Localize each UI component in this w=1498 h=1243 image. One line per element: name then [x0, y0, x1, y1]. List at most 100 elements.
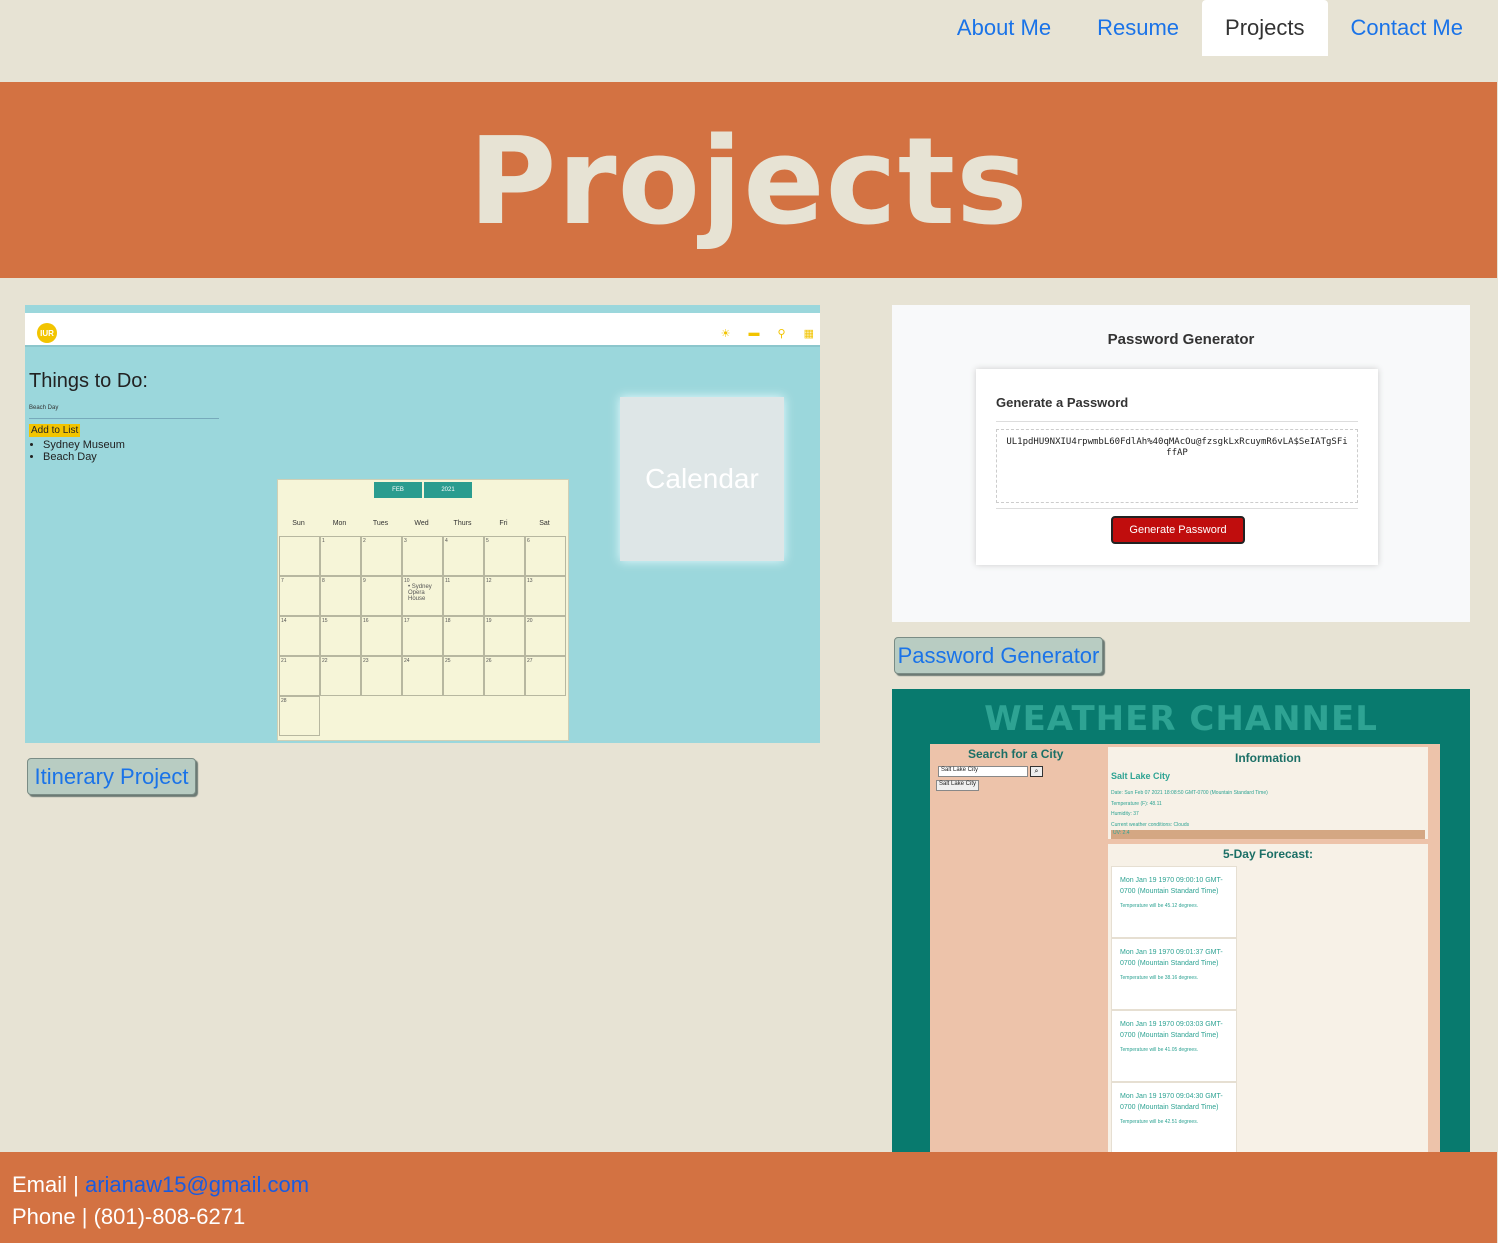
forecast-card: Mon Jan 19 1970 09:01:37 GMT-0700 (Mount…: [1111, 938, 1237, 1010]
calendar-day: 26: [484, 656, 525, 696]
password-app-title: Password Generator: [1107, 331, 1255, 348]
nav-contact-me[interactable]: Contact Me: [1328, 0, 1487, 56]
add-to-list-button: Add to List: [29, 424, 81, 437]
city-search-input: Salt Lake City: [938, 766, 1028, 777]
calendar-head: FEB 2021: [374, 482, 472, 498]
calendar-day: 28: [279, 696, 320, 736]
weekday: Sat: [539, 520, 550, 527]
itinerary-project-button[interactable]: Itinerary Project: [27, 758, 196, 795]
weekday: Thurs: [453, 520, 472, 527]
password-screenshot: Password Generator Generate a Password U…: [892, 305, 1470, 622]
calendar-day: 13: [525, 576, 566, 616]
calendar-day: 15: [320, 616, 361, 656]
calendar-year: 2021: [424, 482, 472, 498]
calendar-day: 24: [402, 656, 443, 696]
password-output: UL1pdHU9NXIU4rpwmbL60FdlAh%40qMAcOu@fzsg…: [996, 429, 1358, 503]
weekday: Wed: [414, 520, 429, 527]
todo-list: Sydney Museum Beach Day: [43, 439, 125, 463]
nav-items: About Me Resume Projects Contact Me: [934, 0, 1486, 56]
calendar-day: 18: [443, 616, 484, 656]
calendar-day: 19: [484, 616, 525, 656]
calendar-day: [279, 536, 320, 576]
itinerary-icons: ☀ ▬ ⚲ ▦: [721, 327, 814, 340]
calendar-day: 2: [361, 536, 402, 576]
divider: [996, 421, 1358, 422]
footer-email-row: Email | arianaw15@gmail.com: [12, 1169, 1485, 1201]
nav-about-me[interactable]: About Me: [934, 0, 1074, 56]
top-nav: About Me Resume Projects Contact Me: [0, 0, 1498, 82]
password-generator-button[interactable]: Password Generator: [894, 637, 1103, 674]
phone-number: (801)-808-6271: [93, 1204, 246, 1229]
list-item: Beach Day: [43, 451, 125, 463]
calendar-day: 10 • Sydney Opera House: [402, 576, 443, 616]
calendar-day: 6: [525, 536, 566, 576]
itinerary-logo: IUR: [37, 323, 57, 343]
calendar-day: 1: [320, 536, 361, 576]
page-title: Projects: [468, 112, 1029, 252]
footer-phone-row: Phone | (801)-808-6271: [12, 1201, 1485, 1233]
email-label: Email |: [12, 1172, 85, 1197]
generate-password-button: Generate Password: [1111, 516, 1245, 544]
weather-screenshot: WEATHER CHANNEL Search for a City Salt L…: [892, 689, 1470, 1152]
calendar-grid: 1 2 3 4 5 6 7 8 9 10 • Sydney Opera House 11 12 13 14 1…: [279, 536, 569, 736]
info-title: Information: [1235, 751, 1301, 765]
footer: Email | arianaw15@gmail.com Phone | (801…: [0, 1152, 1497, 1243]
nav-projects[interactable]: Projects: [1202, 0, 1328, 56]
forecast-title: 5-Day Forecast:: [1222, 847, 1314, 861]
calendar-day: 11: [443, 576, 484, 616]
calendar-day: 14: [279, 616, 320, 656]
itinerary-header-bar: IUR ☀ ▬ ⚲ ▦: [25, 313, 820, 347]
search-icon: ⌕: [1030, 766, 1043, 777]
info-line: Date: Sun Feb 07 2021 18:08:50 GMT-0700 …: [1111, 790, 1268, 796]
hero-banner: Projects: [0, 82, 1497, 278]
forecast-temp: Temperature will be 41.05 degrees.: [1120, 1047, 1199, 1053]
forecast-card: Mon Jan 19 1970 09:00:10 GMT-0700 (Mount…: [1111, 866, 1237, 938]
calendar-widget: FEB 2021 Sun Mon Tues Wed Thurs Fri Sat …: [277, 479, 569, 741]
weekday: Sun: [292, 520, 305, 527]
email-link[interactable]: arianaw15@gmail.com: [85, 1172, 309, 1197]
calendar-day: 8: [320, 576, 361, 616]
calendar-event: • Sydney Opera House: [408, 584, 432, 602]
calendar-day: 16: [361, 616, 402, 656]
calendar-day: 23: [361, 656, 402, 696]
weekday: Fri: [499, 520, 508, 527]
weekday: Mon: [332, 520, 347, 527]
forecast-temp: Temperature will be 38.16 degrees.: [1120, 975, 1199, 981]
password-card-title: Generate a Password: [996, 395, 1129, 410]
nav-resume[interactable]: Resume: [1074, 0, 1202, 56]
calendar-month: FEB: [374, 482, 422, 498]
bed-icon: ▬: [748, 327, 760, 339]
forecast-date: Mon Jan 19 1970 09:03:03 GMT-0700 (Mount…: [1120, 1021, 1223, 1039]
divider: [996, 508, 1358, 509]
forecast-date: Mon Jan 19 1970 09:00:10 GMT-0700 (Mount…: [1120, 877, 1223, 895]
todo-divider: [29, 418, 219, 419]
calendar-day: 20: [525, 616, 566, 656]
calendar-day: 4: [443, 536, 484, 576]
calendar-day: 22: [320, 656, 361, 696]
password-card: Generate a Password UL1pdHU9NXIU4rpwmbL6…: [976, 369, 1378, 565]
phone-label: Phone |: [12, 1204, 94, 1229]
calendar-icon: ▦: [803, 328, 814, 340]
calendar-day: 3: [402, 536, 443, 576]
sun-icon: ☀: [720, 328, 731, 340]
calendar-day: 9: [361, 576, 402, 616]
forecast-date: Mon Jan 19 1970 09:01:37 GMT-0700 (Mount…: [1120, 949, 1223, 967]
weekday: Tues: [372, 520, 389, 527]
walker-icon: ⚲: [777, 328, 786, 340]
uv-index: UV: 2.4: [1111, 830, 1425, 839]
itinerary-screenshot: IUR ☀ ▬ ⚲ ▦ Things to Do: Beach Day Add …: [25, 305, 820, 743]
calendar-day: 25: [443, 656, 484, 696]
forecast-card: Mon Jan 19 1970 09:04:30 GMT-0700 (Mount…: [1111, 1082, 1237, 1152]
weather-panel: Search for a City Salt Lake City ⌕ Salt …: [930, 744, 1440, 1152]
forecast-temp: Temperature will be 42.51 degrees.: [1120, 1119, 1199, 1125]
weather-app-title: WEATHER CHANNEL: [984, 699, 1378, 739]
calendar-day: 5: [484, 536, 525, 576]
info-city: Salt Lake City: [1111, 771, 1171, 781]
calendar-day: 12: [484, 576, 525, 616]
info-line: Humidity: 37: [1111, 811, 1139, 817]
info-line: Current weather conditions: Clouds: [1111, 821, 1190, 828]
calendar-day: 27: [525, 656, 566, 696]
saved-city-button: Salt Lake City: [936, 780, 980, 791]
forecast-temp: Temperature will be 45.12 degrees.: [1120, 903, 1199, 909]
calendar-day: 17: [402, 616, 443, 656]
